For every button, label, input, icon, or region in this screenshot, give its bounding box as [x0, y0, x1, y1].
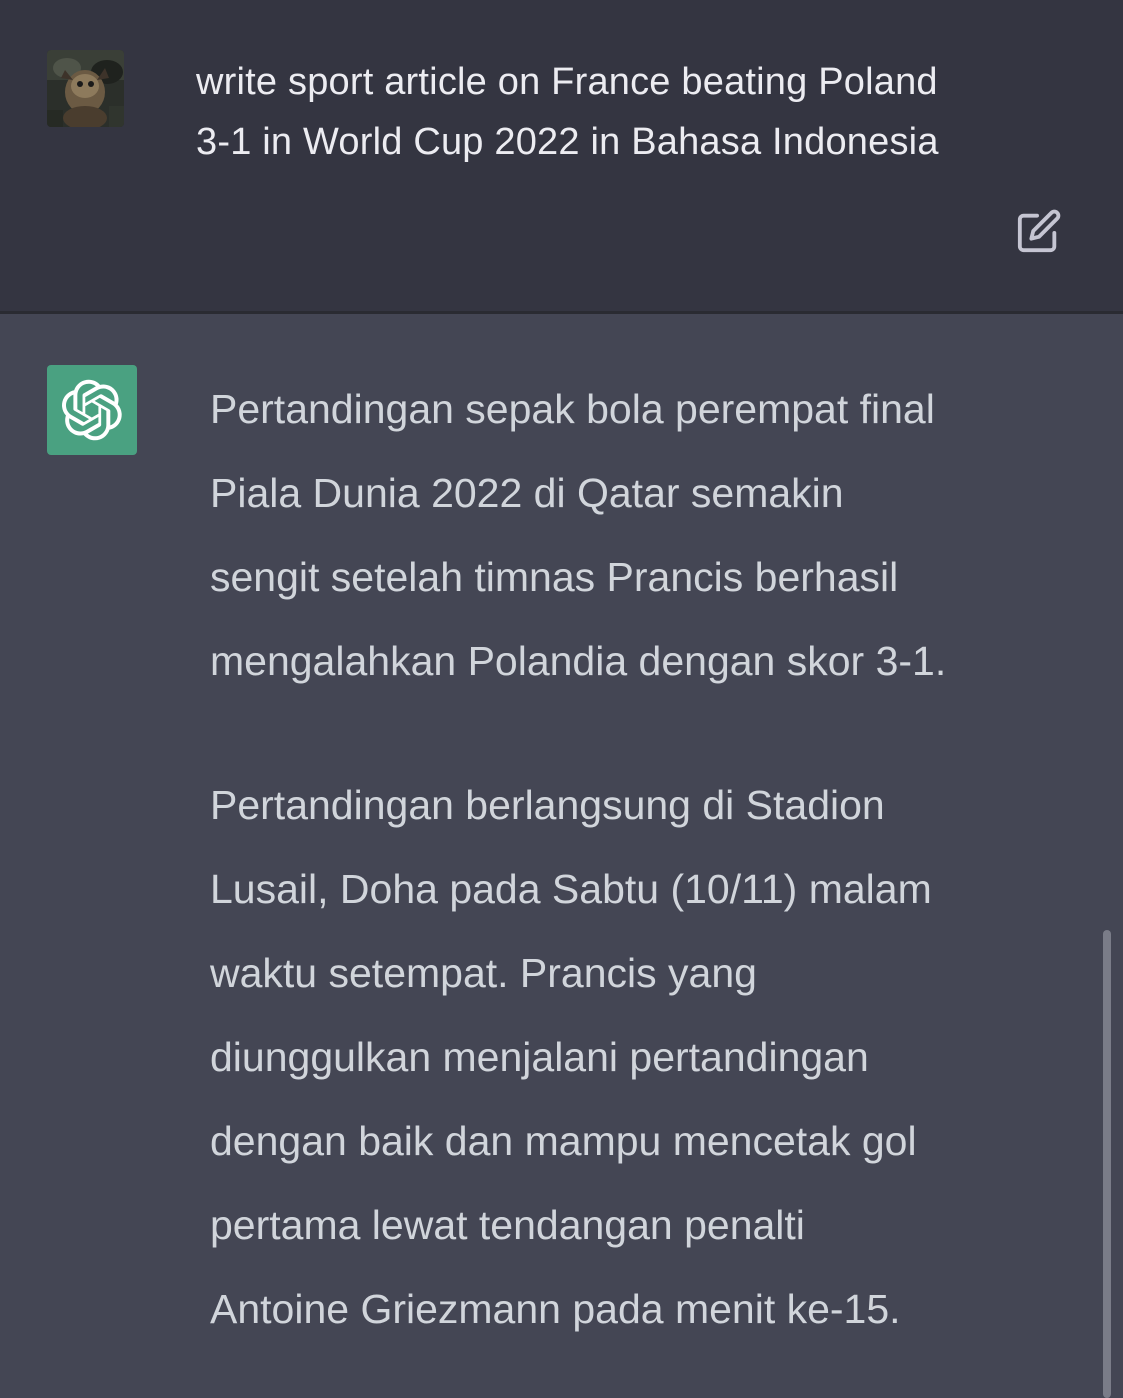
response-paragraph-2: Pertandingan berlangsung di Stadion Lusa… — [210, 782, 932, 1332]
edit-button[interactable] — [1012, 204, 1066, 258]
scrollbar-thumb[interactable] — [1103, 930, 1111, 1398]
assistant-response: Pertandingan sepak bola perempat final P… — [210, 367, 1090, 1398]
user-avatar — [47, 50, 124, 127]
user-prompt-text: write sport article on France beating Po… — [196, 61, 939, 163]
assistant-message: Pertandingan sepak bola perempat final P… — [0, 314, 1123, 1398]
edit-icon — [1017, 209, 1061, 253]
user-avatar-photo — [47, 50, 124, 127]
user-message: write sport article on France beating Po… — [0, 0, 1123, 314]
assistant-avatar — [47, 365, 137, 455]
chat-screen: write sport article on France beating Po… — [0, 0, 1123, 1398]
openai-logo-icon — [62, 379, 122, 441]
response-paragraph-1: Pertandingan sepak bola perempat final P… — [210, 386, 947, 684]
